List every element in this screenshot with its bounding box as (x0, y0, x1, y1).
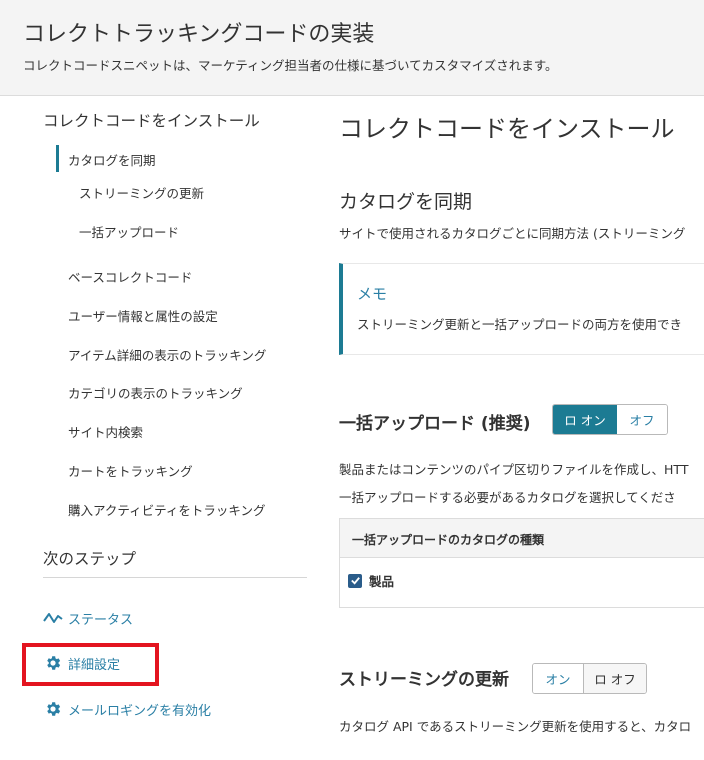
streaming-heading: ストリーミングの更新 (339, 670, 509, 690)
main-content: コレクトコードをインストール カタログを同期 サイトで使用されるカタログごとに同… (320, 97, 704, 760)
streaming-toggle[interactable]: オン ロ オフ (532, 663, 647, 694)
streaming-text: カタログ API であるストリーミング更新を使用すると、カタロ (339, 719, 692, 734)
sidebar-divider (43, 577, 307, 578)
highlight-annotation (22, 643, 159, 686)
pulse-icon (43, 608, 63, 628)
catalog-sync-text: サイトで使用されるカタログごとに同期方法 (ストリーミング (339, 226, 686, 241)
table-header-label: 一括アップロードのカタログの種類 (352, 533, 545, 547)
catalog-sync-heading: カタログを同期 (339, 191, 473, 213)
sidebar-item-bulk-upload[interactable]: 一括アップロード (79, 222, 179, 241)
catalog-type-table: 一括アップロードのカタログの種類 製品 (339, 518, 704, 608)
table-header: 一括アップロードのカタログの種類 (340, 519, 704, 558)
page-subtitle: コレクトコードスニペットは、マーケティング担当者の仕様に基づいてカスタマイズされ… (23, 58, 558, 73)
product-label: 製品 (369, 574, 395, 589)
status-link-label: ステータス (68, 612, 134, 628)
sidebar-item-cart-tracking[interactable]: カートをトラッキング (68, 461, 193, 480)
sidebar-item-site-search[interactable]: サイト内検索 (68, 422, 143, 441)
product-checkbox[interactable] (348, 573, 362, 588)
status-link[interactable]: ステータス (43, 608, 133, 628)
active-indicator (56, 145, 59, 172)
note-text: ストリーミング更新と一括アップロードの両方を使用でき (357, 317, 683, 332)
note-box: メモ ストリーミング更新と一括アップロードの両方を使用でき (339, 263, 704, 355)
bulk-text-2: 一括アップロードする必要があるカタログを選択してくださ (339, 490, 676, 505)
gear-icon (43, 699, 63, 719)
note-title: メモ (357, 285, 388, 303)
streaming-toggle-off[interactable]: ロ オフ (583, 664, 646, 693)
sidebar-item-streaming-update[interactable]: ストリーミングの更新 (79, 183, 204, 202)
bulk-text-1: 製品またはコンテンツのパイプ区切りファイルを作成し、HTT (339, 462, 689, 477)
table-row: 製品 (348, 571, 394, 590)
sidebar-item-item-detail-tracking[interactable]: アイテム詳細の表示のトラッキング (68, 345, 266, 364)
streaming-toggle-on[interactable]: オン (533, 664, 583, 693)
email-logging-label: メールロギングを有効化 (68, 703, 212, 719)
main-title: コレクトコードをインストール (339, 115, 675, 143)
bulk-upload-heading: 一括アップロード (推奨) (339, 414, 531, 434)
page-header: コレクトトラッキングコードの実装 コレクトコードスニペットは、マーケティング担当… (0, 0, 704, 96)
sidebar-heading-next-steps: 次のステップ (43, 550, 137, 568)
page-title: コレクトトラッキングコードの実装 (23, 22, 375, 47)
bulk-toggle-on[interactable]: ロ オン (553, 405, 617, 434)
sidebar-item-catalog-sync[interactable]: カタログを同期 (68, 150, 156, 169)
sidebar-item-purchase-tracking[interactable]: 購入アクティビティをトラッキング (68, 500, 266, 519)
sidebar-heading-install[interactable]: コレクトコードをインストール (43, 109, 260, 131)
sidebar-item-user-info[interactable]: ユーザー情報と属性の設定 (68, 306, 218, 325)
sidebar-item-category-tracking[interactable]: カテゴリの表示のトラッキング (68, 383, 243, 402)
email-logging-link[interactable]: メールロギングを有効化 (43, 699, 211, 719)
bulk-upload-toggle[interactable]: ロ オン オフ (552, 404, 668, 435)
sidebar-item-base-collect-code[interactable]: ベースコレクトコード (68, 267, 192, 286)
bulk-toggle-off[interactable]: オフ (617, 405, 667, 434)
